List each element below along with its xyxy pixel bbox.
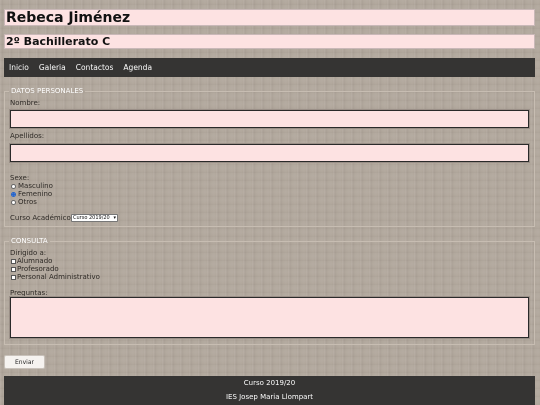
curso-label: Curso Académico xyxy=(10,214,71,222)
checkbox-alumnado[interactable]: Alumnado xyxy=(11,257,52,265)
nav-item-contactos[interactable]: Contactos xyxy=(76,63,114,72)
nombre-input[interactable] xyxy=(9,109,530,129)
checkbox-label: Personal Administrativo xyxy=(17,273,100,281)
apellidos-input[interactable] xyxy=(9,143,530,163)
page-title: Rebeca Jiménez xyxy=(4,9,535,26)
footer-school: IES Josep Maria Llompart xyxy=(225,393,314,401)
checkbox-label: Profesorado xyxy=(17,265,59,273)
radio-otros[interactable]: Otros xyxy=(11,198,37,206)
radio-label: Femenino xyxy=(18,190,53,198)
submit-button[interactable]: Enviar xyxy=(4,355,45,369)
nombre-label: Nombre: xyxy=(10,99,41,107)
apellidos-label: Apellidos: xyxy=(10,132,45,140)
footer-course: Curso 2019/20 xyxy=(243,379,296,387)
page-subtitle: 2º Bachillerato C xyxy=(4,34,535,49)
chevron-down-icon: ▾ xyxy=(113,215,116,221)
nav-item-galeria[interactable]: Galeria xyxy=(39,63,66,72)
personal-data-legend: DATOS PERSONALES xyxy=(11,87,84,95)
radio-button[interactable] xyxy=(11,199,16,205)
consulta-legend: CONSULTA xyxy=(11,237,48,245)
radio-button[interactable] xyxy=(11,183,16,189)
nav-item-agenda[interactable]: Agenda xyxy=(123,63,152,72)
radio-label: Masculino xyxy=(18,182,53,190)
checkbox-personal-administrativo[interactable]: Personal Administrativo xyxy=(11,273,100,281)
checkbox[interactable] xyxy=(11,266,16,272)
checkbox-label: Alumnado xyxy=(17,257,53,265)
radio-femenino[interactable]: Femenino xyxy=(11,190,52,198)
nav-item-inicio[interactable]: Inicio xyxy=(9,63,29,72)
sexo-label: Sexe: xyxy=(10,174,30,182)
radio-button-selected[interactable] xyxy=(11,191,16,197)
checkbox[interactable] xyxy=(11,274,16,280)
curso-select-value: Curso 2019/20 xyxy=(73,215,110,221)
radio-masculino[interactable]: Masculino xyxy=(11,182,53,190)
main-nav: Inicio Galeria Contactos Agenda xyxy=(4,58,535,77)
curso-select[interactable]: Curso 2019/20 ▾ xyxy=(71,214,118,222)
page-footer: Curso 2019/20 IES Josep Maria Llompart xyxy=(4,376,535,405)
preguntas-textarea[interactable] xyxy=(9,296,530,339)
checkbox[interactable] xyxy=(11,258,16,264)
radio-label: Otros xyxy=(18,198,37,206)
preguntas-label: Preguntas: xyxy=(10,289,48,297)
dirigido-label: Dirigido a: xyxy=(10,249,47,257)
checkbox-profesorado[interactable]: Profesorado xyxy=(11,265,59,273)
